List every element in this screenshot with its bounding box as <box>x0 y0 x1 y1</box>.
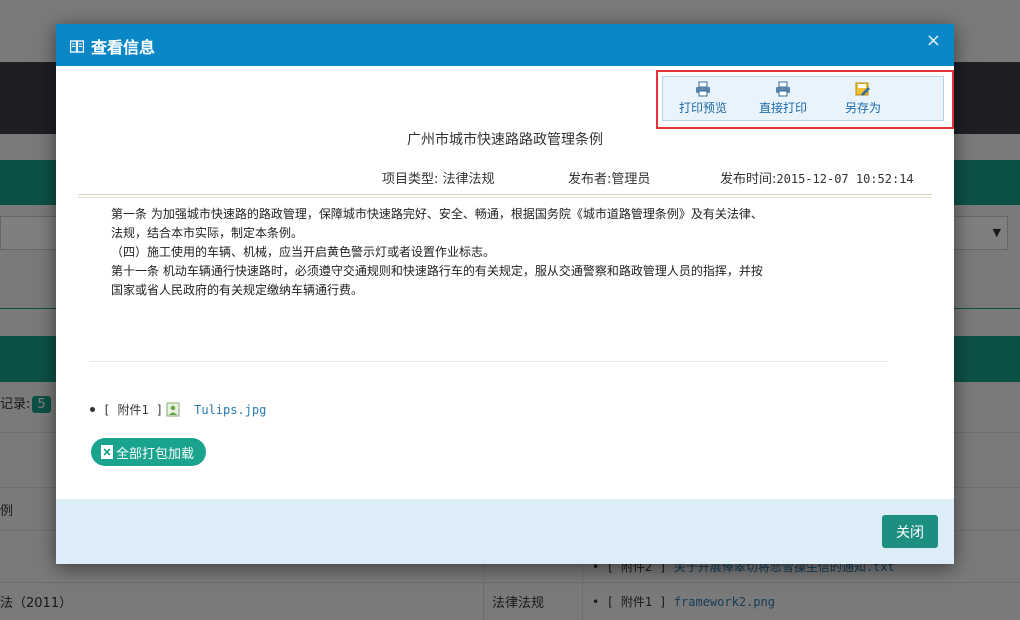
modal-title: 查看信息 <box>70 34 155 58</box>
close-icon[interactable]: × <box>926 30 941 51</box>
document-content: 第一条 为加强城市快速路的路政管理，保障城市快速路完好、安全、畅通，根据国务院《… <box>111 205 831 300</box>
content-divider <box>90 361 888 362</box>
view-info-modal: 查看信息 × 打印预览 直接打印 另存为 广州市城市快速路路政管理条例 项目类型… <box>56 24 954 564</box>
direct-print-label: 直接打印 <box>759 101 808 115</box>
publisher: 发布者:管理员 <box>568 168 650 187</box>
attachment-link[interactable]: Tulips.jpg <box>194 403 266 417</box>
save-as-label: 另存为 <box>845 101 882 115</box>
modal-title-text: 查看信息 <box>91 38 156 57</box>
download-all-button[interactable]: 全部打包加载 <box>91 438 207 466</box>
project-type-value: 法律法规 <box>442 172 495 187</box>
printer-icon <box>696 81 710 97</box>
print-toolbar: 打印预览 直接打印 另存为 <box>662 76 944 121</box>
content-paragraph: 国家或省人民政府的有关规定缴纳车辆通行费。 <box>111 283 364 297</box>
save-as-icon <box>855 82 870 96</box>
attachment-prefix: [ 附件1 ] <box>103 403 164 417</box>
save-as-button[interactable]: 另存为 <box>845 81 881 116</box>
header-divider <box>78 194 932 198</box>
content-paragraph: 第十一条 机动车辆通行快速路时，必须遵守交通规则和快速路行车的有关规定，服从交通… <box>111 264 763 278</box>
publish-time-label: 发布时间: <box>720 172 777 187</box>
modal-footer: 关闭 <box>56 499 954 564</box>
publish-time-value: 2015-12-07 10:52:14 <box>776 172 914 186</box>
printer-icon <box>776 81 790 97</box>
attachment-list: [ 附件1 ] Tulips.jpg <box>90 401 266 418</box>
document-title: 广州市城市快速路路政管理条例 <box>407 132 603 148</box>
close-button[interactable]: 关闭 <box>882 515 938 548</box>
modal-header: 查看信息 × <box>56 24 954 66</box>
content-paragraph: （四）施工使用的车辆、机械，应当开启黄色警示灯或者设置作业标志。 <box>111 245 496 259</box>
book-icon <box>70 39 84 53</box>
publish-time: 发布时间:2015-12-07 10:52:14 <box>720 168 914 187</box>
image-file-icon <box>166 402 180 417</box>
project-type-label: 项目类型: <box>382 172 439 187</box>
print-preview-label: 打印预览 <box>679 101 728 115</box>
publisher-value: 管理员 <box>611 172 651 187</box>
content-paragraph: 法规，结合本市实际，制定本条例。 <box>111 226 304 240</box>
download-all-label: 全部打包加载 <box>116 446 195 462</box>
archive-icon <box>101 445 113 459</box>
print-preview-button[interactable]: 打印预览 <box>679 81 727 116</box>
bullet <box>90 407 95 412</box>
publisher-label: 发布者: <box>568 172 612 187</box>
project-type: 项目类型: 法律法规 <box>382 168 495 187</box>
attachment-item: [ 附件1 ] Tulips.jpg <box>90 401 266 418</box>
content-paragraph: 第一条 为加强城市快速路的路政管理，保障城市快速路完好、安全、畅通，根据国务院《… <box>111 207 763 221</box>
direct-print-button[interactable]: 直接打印 <box>759 81 807 116</box>
